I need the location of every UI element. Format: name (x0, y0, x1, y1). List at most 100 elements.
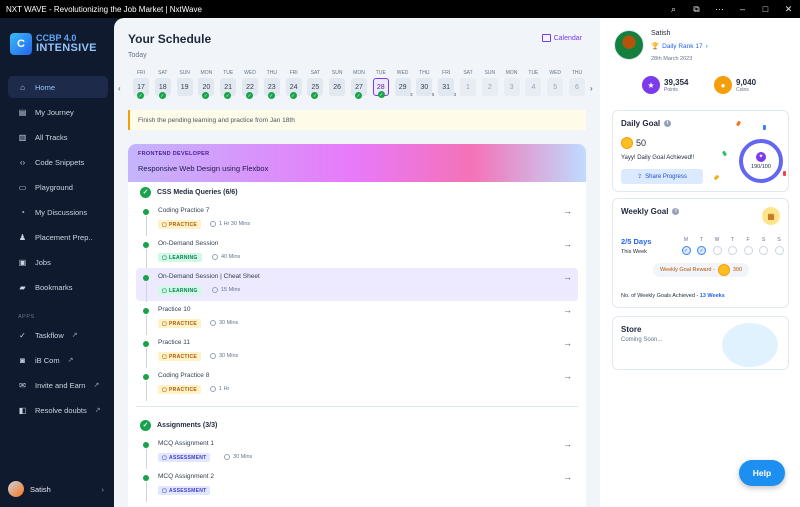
item-type-label: PRACTICE (169, 320, 197, 327)
store-card[interactable]: Store Coming Soon... (612, 316, 789, 370)
sidebar-item-bookmarks[interactable]: ▰ Bookmarks (8, 276, 108, 298)
search-icon[interactable]: ⌕ (662, 4, 685, 15)
week-day-circle (774, 246, 784, 255)
day-cell[interactable]: MON 20 ✓ (197, 70, 215, 99)
day-cell[interactable]: SUN 19 (176, 70, 194, 96)
sidebar-item-all-tracks[interactable]: ▥ All Tracks (8, 126, 108, 148)
day-date-box: 30 5 (416, 78, 434, 97)
sidebar-item-label: Jobs (35, 257, 51, 267)
timeline-line (145, 216, 147, 236)
day-name: SUN (179, 70, 190, 76)
sidebar-item-placement-prep[interactable]: ♟ Placement Prep.. (8, 226, 108, 248)
discussion-icon: ◔ (20, 207, 25, 217)
reward-value: 300 (732, 267, 743, 273)
arrow-right-icon[interactable]: → (563, 338, 572, 348)
day-cell[interactable]: TUE 4 (524, 70, 542, 96)
share-progress-button[interactable]: ⇪ Share Progress (621, 169, 703, 184)
day-cell[interactable]: WED 5 (546, 70, 564, 96)
arrow-right-icon[interactable]: → (563, 239, 572, 249)
day-cell[interactable]: THU 6 (568, 70, 586, 96)
course-title: Responsive Web Design using Flexbox (138, 164, 269, 173)
list-item[interactable]: Practice 11 → ▢ PRACTICE 30 Mins (136, 334, 578, 368)
day-cell[interactable]: WED 22 ✓ (241, 70, 259, 99)
minimize-button[interactable]: – (731, 4, 754, 14)
day-date-box: 22 ✓ (242, 78, 258, 99)
pending-alert: Finish the pending learning and practice… (128, 110, 586, 130)
section-header[interactable]: ✓ CSS Media Queries (6/6) (136, 182, 578, 202)
item-type-label: ASSESSMENT (169, 454, 207, 461)
day-cell[interactable]: WED 29 3 (394, 70, 413, 97)
day-cell[interactable]: THU 23 ✓ (263, 70, 281, 99)
sidebar-item-home[interactable]: ⌂ Home (8, 76, 108, 98)
close-button[interactable]: ✕ (777, 4, 800, 15)
sidebar-item-my-journey[interactable]: ▤ My Journey (8, 101, 108, 123)
daily-rank-link[interactable]: 🏆 Daily Rank 17 › (651, 42, 708, 51)
duration-text: 30 Mins (219, 353, 239, 359)
clock-icon (210, 353, 216, 359)
arrow-right-icon[interactable]: → (563, 472, 572, 482)
day-cell[interactable]: SAT 25 ✓ (306, 70, 324, 99)
arrow-right-icon[interactable]: → (563, 371, 572, 381)
arrow-right-icon[interactable]: → (563, 305, 572, 315)
app-item-ib-com[interactable]: ◙ iB Com ↗ (8, 349, 108, 371)
list-item[interactable]: On-Demand Session | Cheat Sheet → ▢ LEARNIN… (136, 268, 578, 302)
day-cell[interactable]: FRI 24 ✓ (285, 70, 303, 99)
share-icon[interactable]: ⧉ (685, 4, 708, 15)
list-item[interactable]: MCQ Assignment 1 → ▢ ASSESSMENT 30 Mins (136, 435, 578, 469)
sidebar-item-label: My Discussions (35, 207, 88, 217)
avatar[interactable] (614, 30, 644, 60)
arrow-right-icon[interactable]: → (563, 272, 572, 282)
day-cell[interactable]: TUE 28 ✓ (372, 70, 390, 98)
arrow-right-icon[interactable]: → (563, 206, 572, 216)
page-title: Your Schedule (128, 32, 212, 46)
list-item[interactable]: On-Demand Session → ▢ LEARNING 40 Mins (136, 235, 578, 269)
sidebar-item-code-snippets[interactable]: ‹› Code Snippets (8, 151, 108, 173)
sidebar-profile[interactable]: Satish › (8, 478, 108, 500)
day-cell[interactable]: SUN 26 (328, 70, 346, 96)
day-cell[interactable]: MON 3 (503, 70, 521, 96)
section-header[interactable]: ✓ Assignments (3/3) (136, 415, 578, 435)
arrow-right-icon[interactable]: → (563, 439, 572, 449)
day-cell[interactable]: MON 27 ✓ (350, 70, 368, 99)
info-icon[interactable]: i (672, 208, 680, 215)
day-cell[interactable]: SAT 18 ✓ (154, 70, 172, 99)
maximize-button[interactable]: □ (754, 4, 777, 14)
day-cell[interactable]: SUN 2 (481, 70, 499, 96)
day-cell[interactable]: FRI 17 ✓ (132, 70, 150, 99)
calendar-link[interactable]: Calendar (541, 34, 582, 42)
item-duration: 30 Mins (210, 320, 238, 326)
help-button[interactable]: Help (739, 460, 785, 486)
sidebar-item-playground[interactable]: ▭ Playground (8, 176, 108, 198)
share-progress-label: Share Progress (645, 173, 687, 180)
day-date-box: 1 (460, 78, 476, 96)
clock-icon (212, 287, 218, 293)
section-title: CSS Media Queries (6/6) (157, 188, 238, 196)
sidebar-item-jobs[interactable]: ▣ Jobs (8, 251, 108, 273)
day-cell[interactable]: THU 30 5 (415, 70, 434, 97)
app-item-taskflow[interactable]: ✓ Taskflow ↗ (8, 324, 108, 346)
day-cell[interactable]: SAT 1 (459, 70, 477, 96)
sidebar-item-my-discussions[interactable]: ◔ My Discussions (8, 201, 108, 223)
check-icon: ✓ (140, 419, 151, 431)
list-item[interactable]: Coding Practice 7 → ▢ PRACTICE 1 Hr 30 Mins (136, 202, 578, 236)
weekly-goal-reward: Weekly Goal Reward - 300 (653, 263, 749, 277)
info-icon[interactable]: i (664, 120, 672, 127)
day-name: FRI (442, 70, 451, 76)
chevron-left-icon[interactable]: ‹ (118, 84, 121, 93)
chevron-right-icon[interactable]: › (590, 84, 593, 93)
app-item-label: Resolve doubts (35, 405, 87, 415)
day-name: FRI (289, 70, 298, 76)
list-item[interactable]: Coding Practice 8 → ▢ PRACTICE 1 Hr (136, 367, 578, 401)
assessment-icon: ▢ (162, 487, 168, 494)
brand-logo[interactable]: C CCBP 4.0 INTENSIVE (10, 30, 110, 58)
more-icon[interactable]: ⋯ (708, 4, 731, 15)
list-item[interactable]: MCQ Assignment 2 → ▢ ASSESSMENT (136, 468, 578, 502)
list-item[interactable]: Practice 10 → ▢ PRACTICE 30 Mins (136, 301, 578, 335)
confetti-icon (713, 174, 720, 181)
day-cell[interactable]: FRI 31 3 (437, 70, 456, 97)
app-item-resolve-doubts[interactable]: ◧ Resolve doubts ↗ (8, 399, 108, 421)
day-date-box: 6 (569, 78, 585, 96)
day-cell[interactable]: TUE 21 ✓ (219, 70, 237, 99)
app-item-invite-earn[interactable]: ✉ Invite and Earn ↗ (8, 374, 108, 396)
item-type-badge: ▢ LEARNING (158, 286, 202, 295)
